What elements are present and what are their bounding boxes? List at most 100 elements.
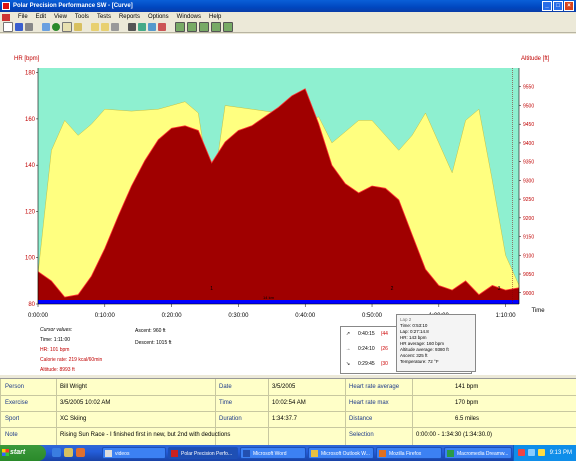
menu-file[interactable]: File (18, 14, 28, 20)
cursor-hr: HR: 101 bpm (40, 347, 70, 353)
person-label: Person (5, 384, 25, 390)
hr-altitude-chart[interactable]: 14 kmHR [bpm] Altitude [ft]18016014012010… (0, 34, 576, 330)
time-tick-label: 0:20:00 (162, 313, 183, 319)
tray-app-icon[interactable] (518, 449, 525, 456)
selection-value: 0:00:00 - 1:34:30 (1:34:30.0) (416, 432, 493, 438)
duration-label: Duration (219, 416, 242, 422)
open-icon[interactable] (62, 22, 72, 32)
note-label: Note (5, 432, 18, 438)
analysis-icon[interactable] (211, 22, 221, 32)
task-label: Polar Precision Perfo... (181, 451, 233, 457)
hr-tick-label: 160 (25, 117, 36, 123)
time-tick-label: 0:00:00 (28, 313, 49, 319)
cursor-title: Cursor values: (40, 327, 73, 333)
hr-avg-label: Heart rate average (349, 384, 400, 390)
altitude-tick-label: 9350 (523, 160, 534, 166)
menu-edit[interactable]: Edit (36, 14, 46, 20)
sport-value[interactable]: XC Skiing (60, 411, 86, 427)
media-quicklaunch-icon[interactable] (76, 448, 85, 457)
cursor-info-area: Cursor values: Time: 1:11:00 HR: 101 bpm… (0, 314, 576, 375)
ascent-values: Ascent: 960 ft Descent: 1015 ft (135, 325, 171, 349)
hr-max-value: 170 bpm (455, 400, 479, 406)
altitude-tick-label: 9550 (523, 85, 534, 91)
downhill-icon: ↘ (345, 361, 351, 367)
hr-tick-label: 80 (28, 302, 35, 308)
window-titlebar[interactable]: Polar Precision Performance SW - [Curve]… (0, 0, 576, 12)
menu-windows[interactable]: Windows (177, 14, 201, 20)
outlook-icon (311, 450, 318, 457)
slope-row: → 0:24:10 (26 (344, 346, 388, 352)
task-firefox[interactable]: Mozilla Firefox (376, 447, 442, 459)
uphill-icon: ↗ (345, 331, 351, 337)
menu-tests[interactable]: Tests (97, 14, 111, 20)
altitude-tick-label: 9150 (523, 235, 534, 241)
track-label: 14 km (263, 295, 275, 300)
time-label: Time (219, 400, 233, 406)
desktop-quicklaunch-icon[interactable] (64, 448, 73, 457)
altitude-tick-label: 9100 (523, 253, 534, 259)
menu-view[interactable]: View (54, 14, 67, 20)
windows-logo-icon (2, 449, 9, 456)
time-axis-label: Time (531, 308, 545, 314)
curve-view[interactable]: 14 km HR [bpm] Altitude [ft] 180 160 140 120 10… (0, 34, 576, 330)
slope-value: (26 (380, 346, 388, 352)
task-polar[interactable]: Polar Precision Perfo... (168, 447, 238, 459)
compare-icon[interactable] (199, 22, 209, 32)
slope-time: 0:40:15 (358, 331, 375, 337)
zoom-icon[interactable] (111, 23, 119, 31)
task-label: Microsoft Outlook W... (321, 451, 370, 457)
task-word[interactable]: Microsoft Word (240, 447, 306, 459)
time-tick-label: 0:10:00 (95, 313, 116, 319)
line-chart-icon[interactable] (158, 23, 166, 31)
hr-axis-label: HR [bpm] (14, 56, 40, 62)
close-button[interactable]: × (564, 1, 574, 11)
document-icon[interactable] (2, 13, 10, 21)
menu-help[interactable]: Help (209, 14, 221, 20)
exercise-value[interactable]: 3/5/2005 10:02 AM (60, 395, 110, 411)
slope-value: (44 (380, 331, 388, 337)
globe-icon[interactable] (52, 23, 60, 31)
menu-options[interactable]: Options (148, 14, 169, 20)
notes-icon[interactable] (101, 23, 109, 31)
hr-max-label: Heart rate max (349, 400, 389, 406)
report-icon[interactable] (223, 22, 233, 32)
minimize-button[interactable]: _ (542, 1, 552, 11)
task-label: Macromedia Dreamw... (457, 451, 509, 457)
maximize-button[interactable]: □ (553, 1, 563, 11)
clock[interactable]: 9:13 PM (550, 445, 572, 461)
ie-quicklaunch-icon[interactable] (52, 448, 61, 457)
sum-icon[interactable] (187, 22, 197, 32)
altitude-tick-label: 9450 (523, 122, 534, 128)
ascent-value: Ascent: 960 ft (135, 328, 166, 334)
task-outlook[interactable]: Microsoft Outlook W... (308, 447, 374, 459)
time-tick-label: 1:10:00 (496, 313, 517, 319)
print-icon[interactable] (25, 23, 33, 31)
new-icon[interactable] (3, 22, 13, 32)
cursor-calorie: Calorie rate: 219 kcal/60min (40, 357, 103, 363)
save-icon[interactable] (15, 23, 23, 31)
note-value[interactable]: Rising Sun Race - I finished first in ne… (60, 427, 344, 443)
lap-tooltip: Lap 2 Time: 0:53:10 Lap: 0:27:14.8 HR: 1… (396, 314, 476, 372)
slope-row: ↘ 0:29:45 (30 (344, 361, 388, 367)
bar-chart-icon[interactable] (148, 23, 156, 31)
chart-icon[interactable] (138, 23, 146, 31)
menu-reports[interactable]: Reports (119, 14, 140, 20)
stat-icon[interactable] (175, 22, 185, 32)
task-videos[interactable]: videos (102, 447, 166, 459)
start-label: start (10, 449, 26, 456)
slope-time: 0:29:45 (358, 361, 375, 367)
distance-value: 6.5 miles (455, 416, 480, 422)
start-button[interactable]: start (0, 445, 46, 461)
folder-icon[interactable] (74, 23, 82, 31)
person-value[interactable]: Bill Wright (60, 379, 87, 395)
menu-tools[interactable]: Tools (75, 14, 89, 20)
tray-network-icon[interactable] (528, 449, 535, 456)
calendar-icon[interactable] (91, 23, 99, 31)
flat-icon: → (345, 346, 351, 352)
task-dreamweaver[interactable]: Macromedia Dreamw... (444, 447, 512, 459)
search-icon[interactable] (128, 23, 136, 31)
time-tick-label: 0:40:00 (295, 313, 316, 319)
tray-volume-icon[interactable] (538, 449, 545, 456)
hr-tick-label: 140 (25, 163, 36, 169)
copy-icon[interactable] (42, 23, 50, 31)
